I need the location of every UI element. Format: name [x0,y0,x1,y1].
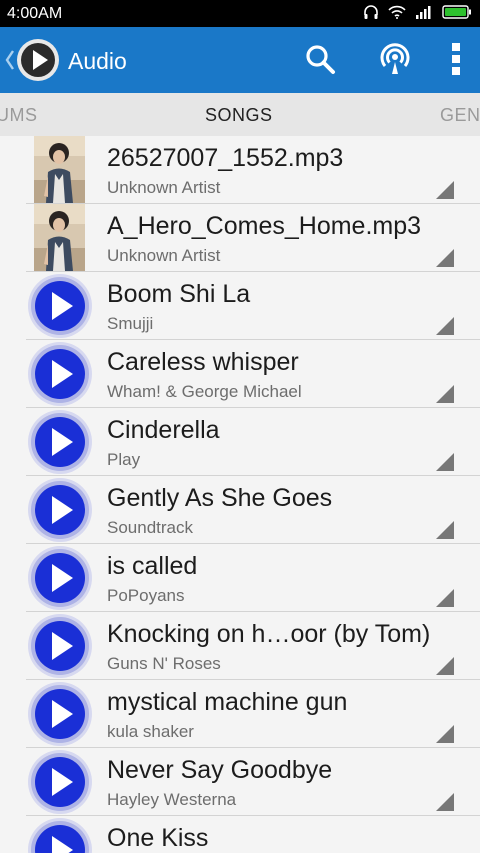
song-artist: Soundtrack [107,518,193,537]
song-artist: Hayley Westerna [107,790,237,809]
song-title: One Kiss [107,824,209,852]
status-time: 4:00AM [7,5,63,22]
cast-icon [379,42,411,81]
song-row[interactable]: Knocking on h…oor (by Tom) Guns N' Roses [0,612,480,680]
song-row[interactable]: is called PoPoyans [0,544,480,612]
song-title: is called [107,552,198,580]
play-icon [27,681,93,747]
song-title: Careless whisper [107,348,299,376]
context-menu-corner-icon[interactable] [436,249,454,267]
headphones-icon [363,4,379,25]
song-artist: kula shaker [107,722,194,741]
song-artist: Play [107,450,141,469]
cast-button[interactable] [375,41,415,81]
song-artist: Guns N' Roses [107,654,221,673]
overflow-menu-button[interactable] [436,41,476,81]
context-menu-corner-icon[interactable] [436,725,454,743]
context-menu-corner-icon[interactable] [436,385,454,403]
play-icon [27,817,93,853]
overflow-menu-icon [451,42,461,81]
app-logo-icon[interactable] [16,38,60,82]
song-row[interactable]: 26527007_1552.mp3 Unknown Artist [0,136,480,204]
song-title: Never Say Goodbye [107,756,333,784]
back-chevron-icon[interactable] [4,49,16,71]
song-title: Cinderella [107,416,220,444]
album-art-thumbnail [34,204,85,271]
play-icon [27,341,93,407]
status-bar: 4:00AM [0,0,480,27]
song-artist: Wham! & George Michael [107,382,302,401]
song-row[interactable]: A_Hero_Comes_Home.mp3 Unknown Artist [0,204,480,272]
song-row[interactable]: mystical machine gun kula shaker [0,680,480,748]
tab-strip: UMS SONGS GEN [0,93,480,136]
tab-albums[interactable]: UMS [0,105,38,126]
song-artist: Unknown Artist [107,178,221,197]
context-menu-corner-icon[interactable] [436,453,454,471]
song-row[interactable]: Gently As She Goes Soundtrack [0,476,480,544]
album-art-thumbnail [34,136,85,203]
song-artist: Unknown Artist [107,246,221,265]
song-title: mystical machine gun [107,688,348,716]
song-artist: PoPoyans [107,586,185,605]
song-row[interactable]: One Kiss [0,816,480,853]
song-title: Knocking on h…oor (by Tom) [107,620,431,648]
context-menu-corner-icon[interactable] [436,793,454,811]
play-icon [27,273,93,339]
search-icon [304,43,336,80]
song-row[interactable]: Careless whisper Wham! & George Michael [0,340,480,408]
action-bar: Audio [0,27,480,93]
search-button[interactable] [300,41,340,81]
context-menu-corner-icon[interactable] [436,181,454,199]
song-row[interactable]: Boom Shi La Smujji [0,272,480,340]
app-title: Audio [68,48,127,74]
context-menu-corner-icon[interactable] [436,521,454,539]
song-row[interactable]: Cinderella Play [0,408,480,476]
play-icon [27,409,93,475]
song-row[interactable]: Never Say Goodbye Hayley Westerna [0,748,480,816]
song-title: 26527007_1552.mp3 [107,144,344,172]
play-icon [27,477,93,543]
status-icons [363,4,472,24]
song-list: 26527007_1552.mp3 Unknown Artist A_Hero_Co… [0,136,480,853]
wifi-icon [388,5,406,24]
song-title: A_Hero_Comes_Home.mp3 [107,212,422,240]
context-menu-corner-icon[interactable] [436,657,454,675]
song-title: Boom Shi La [107,280,251,308]
battery-icon [442,4,472,24]
play-icon [27,749,93,815]
song-title: Gently As She Goes [107,484,333,512]
context-menu-corner-icon[interactable] [436,317,454,335]
tab-songs[interactable]: SONGS [205,105,273,126]
play-icon [27,545,93,611]
signal-icon [415,5,433,24]
tab-genres[interactable]: GEN [440,105,480,126]
song-artist: Smujji [107,314,154,333]
context-menu-corner-icon[interactable] [436,589,454,607]
play-icon [27,613,93,679]
